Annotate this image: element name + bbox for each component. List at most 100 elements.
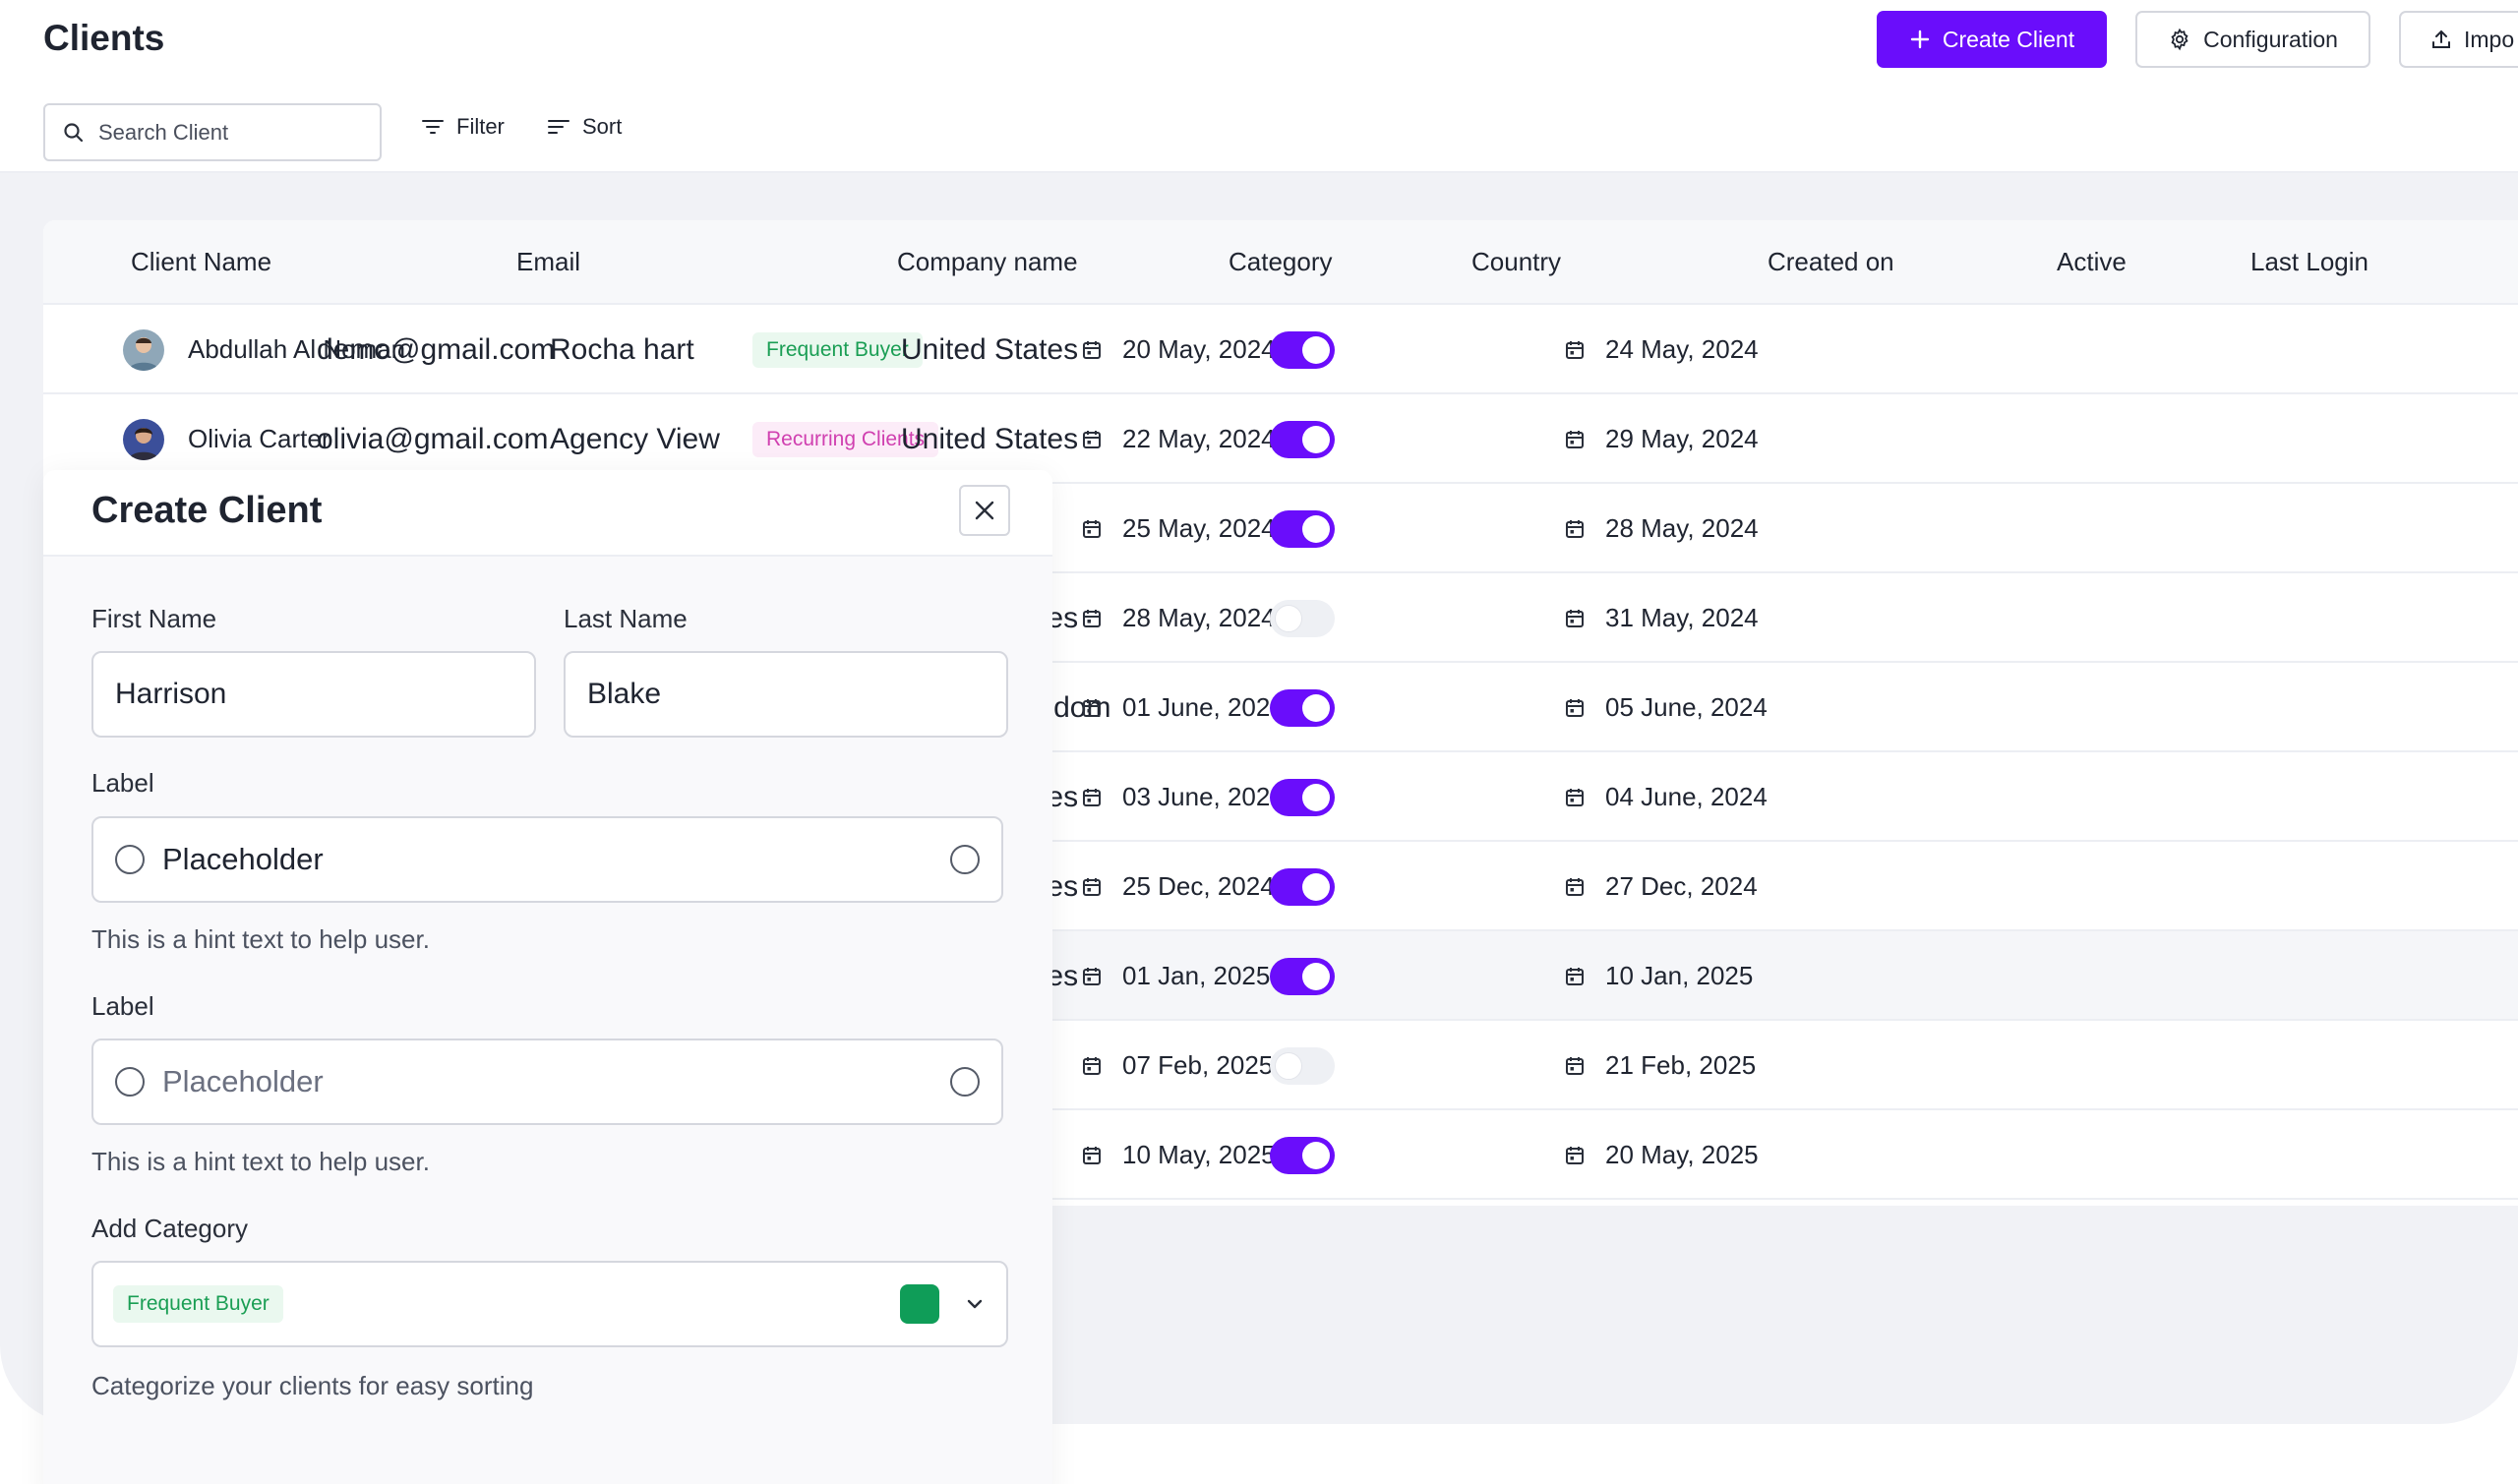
calendar-icon <box>1083 519 1101 538</box>
created-date: 01 Jan, 2025 <box>1122 961 1271 990</box>
panel-title: Create Client <box>91 490 323 531</box>
created-date: 25 May, 2024 <box>1122 513 1276 543</box>
column-client-name[interactable]: Client Name <box>131 247 271 277</box>
last-login-date: 20 May, 2025 <box>1605 1140 1759 1169</box>
add-category-label: Add Category <box>91 1214 248 1243</box>
category-color-swatch[interactable] <box>900 1284 939 1324</box>
last-login-cell: 29 May, 2024 <box>1564 394 1759 484</box>
active-toggle[interactable] <box>1270 330 1335 369</box>
column-email[interactable]: Email <box>516 247 580 277</box>
configuration-label: Configuration <box>2203 26 2338 52</box>
active-cell <box>1270 752 1335 842</box>
last-login-date: 04 June, 2024 <box>1605 782 1768 811</box>
last-login-cell: 28 May, 2024 <box>1564 484 1759 573</box>
active-cell <box>1270 305 1335 394</box>
last-login-cell: 31 May, 2024 <box>1564 573 1759 663</box>
first-name-field[interactable] <box>91 651 536 738</box>
category-select[interactable]: Frequent Buyer <box>91 1261 1008 1347</box>
search-icon <box>64 122 84 142</box>
created-on-cell: 25 Dec, 2024 <box>1081 842 1275 931</box>
calendar-icon <box>1083 788 1101 806</box>
column-category[interactable]: Category <box>1229 247 1333 277</box>
gear-icon <box>2171 28 2188 51</box>
calendar-icon <box>1566 1146 1584 1164</box>
radio-field-1[interactable]: Placeholder <box>91 816 1003 903</box>
create-client-button[interactable]: Create Client <box>1877 11 2107 68</box>
calendar-icon <box>1566 877 1584 896</box>
last-login-cell: 10 Jan, 2025 <box>1564 931 1753 1021</box>
search-input[interactable] <box>98 119 354 146</box>
calendar-icon <box>1566 1056 1584 1075</box>
active-toggle[interactable] <box>1270 1136 1335 1174</box>
radio-right-icon[interactable] <box>950 845 980 874</box>
column-last-login[interactable]: Last Login <box>2250 247 2368 277</box>
created-date: 07 Feb, 2025 <box>1122 1050 1274 1080</box>
created-on-cell: 07 Feb, 2025 <box>1081 1021 1273 1110</box>
active-cell <box>1270 484 1335 573</box>
table-header: Client Name Email Company name Category … <box>43 220 2518 305</box>
category-hint: Categorize your clients for easy sorting <box>91 1371 534 1400</box>
last-login-date: 28 May, 2024 <box>1605 513 1759 543</box>
calendar-icon <box>1566 340 1584 359</box>
radio-right-icon[interactable] <box>950 1067 980 1097</box>
calendar-icon <box>1083 1056 1101 1075</box>
created-on-cell: 22 May, 2024 <box>1081 394 1276 484</box>
column-created-on[interactable]: Created on <box>1768 247 1894 277</box>
radio-icon[interactable] <box>115 1067 145 1097</box>
sort-label: Sort <box>582 114 623 139</box>
calendar-icon <box>1566 698 1584 717</box>
active-toggle[interactable] <box>1270 778 1335 816</box>
panel-header: Create Client <box>43 470 1052 557</box>
column-company[interactable]: Company name <box>897 247 1078 277</box>
close-button[interactable] <box>959 485 1010 536</box>
first-name-input[interactable] <box>115 678 512 711</box>
created-date: 28 May, 2024 <box>1122 603 1276 632</box>
sort-icon <box>548 120 570 134</box>
country-cell: United States <box>901 332 1079 366</box>
last-name-input[interactable] <box>587 678 985 711</box>
active-toggle[interactable] <box>1270 957 1335 995</box>
created-date: 20 May, 2024 <box>1122 334 1276 364</box>
radio-icon[interactable] <box>115 845 145 874</box>
active-toggle[interactable] <box>1270 599 1335 637</box>
created-on-cell: 10 May, 2025 <box>1081 1110 1276 1200</box>
last-login-cell: 27 Dec, 2024 <box>1564 842 1758 931</box>
last-login-date: 10 Jan, 2025 <box>1605 961 1754 990</box>
filter-button[interactable]: Filter <box>421 114 505 140</box>
calendar-icon <box>1566 430 1584 448</box>
create-client-label: Create Client <box>1942 26 2075 52</box>
table-row[interactable]: Abdullah Al Noman demo@gmail.com Rocha har… <box>43 305 2518 394</box>
last-login-cell: 04 June, 2024 <box>1564 752 1768 842</box>
active-cell <box>1270 663 1335 752</box>
hint-text-1: This is a hint text to help user. <box>91 924 430 954</box>
last-name-field[interactable] <box>564 651 1008 738</box>
column-country[interactable]: Country <box>1471 247 1561 277</box>
active-toggle[interactable] <box>1270 420 1335 458</box>
created-date: 01 June, 2024 <box>1122 692 1285 722</box>
calendar-icon <box>1083 609 1101 627</box>
column-active[interactable]: Active <box>2057 247 2127 277</box>
active-toggle[interactable] <box>1270 867 1335 906</box>
created-on-cell: 20 May, 2024 <box>1081 305 1276 394</box>
created-date: 03 June, 2024 <box>1122 782 1285 811</box>
last-login-cell: 21 Feb, 2025 <box>1564 1021 1756 1110</box>
import-button[interactable]: Impo <box>2399 11 2518 68</box>
active-toggle[interactable] <box>1270 688 1335 727</box>
last-login-cell: 05 June, 2024 <box>1564 663 1768 752</box>
calendar-icon <box>1083 877 1101 896</box>
sort-button[interactable]: Sort <box>547 114 622 140</box>
radio-field-2[interactable]: Placeholder <box>91 1039 1003 1125</box>
active-toggle[interactable] <box>1270 509 1335 548</box>
active-toggle[interactable] <box>1270 1046 1335 1085</box>
plus-icon <box>1910 30 1930 49</box>
calendar-icon <box>1083 698 1101 717</box>
upload-icon <box>2432 30 2450 48</box>
top-bar: Clients Create Client Configuration Impo… <box>0 0 2518 173</box>
chevron-down-icon[interactable] <box>965 1297 985 1311</box>
calendar-icon <box>1083 430 1101 448</box>
created-date: 22 May, 2024 <box>1122 424 1276 453</box>
search-box[interactable] <box>43 103 382 161</box>
last-login-date: 31 May, 2024 <box>1605 603 1759 632</box>
configuration-button[interactable]: Configuration <box>2135 11 2370 68</box>
category-chip: Frequent Buyer <box>113 1285 283 1323</box>
